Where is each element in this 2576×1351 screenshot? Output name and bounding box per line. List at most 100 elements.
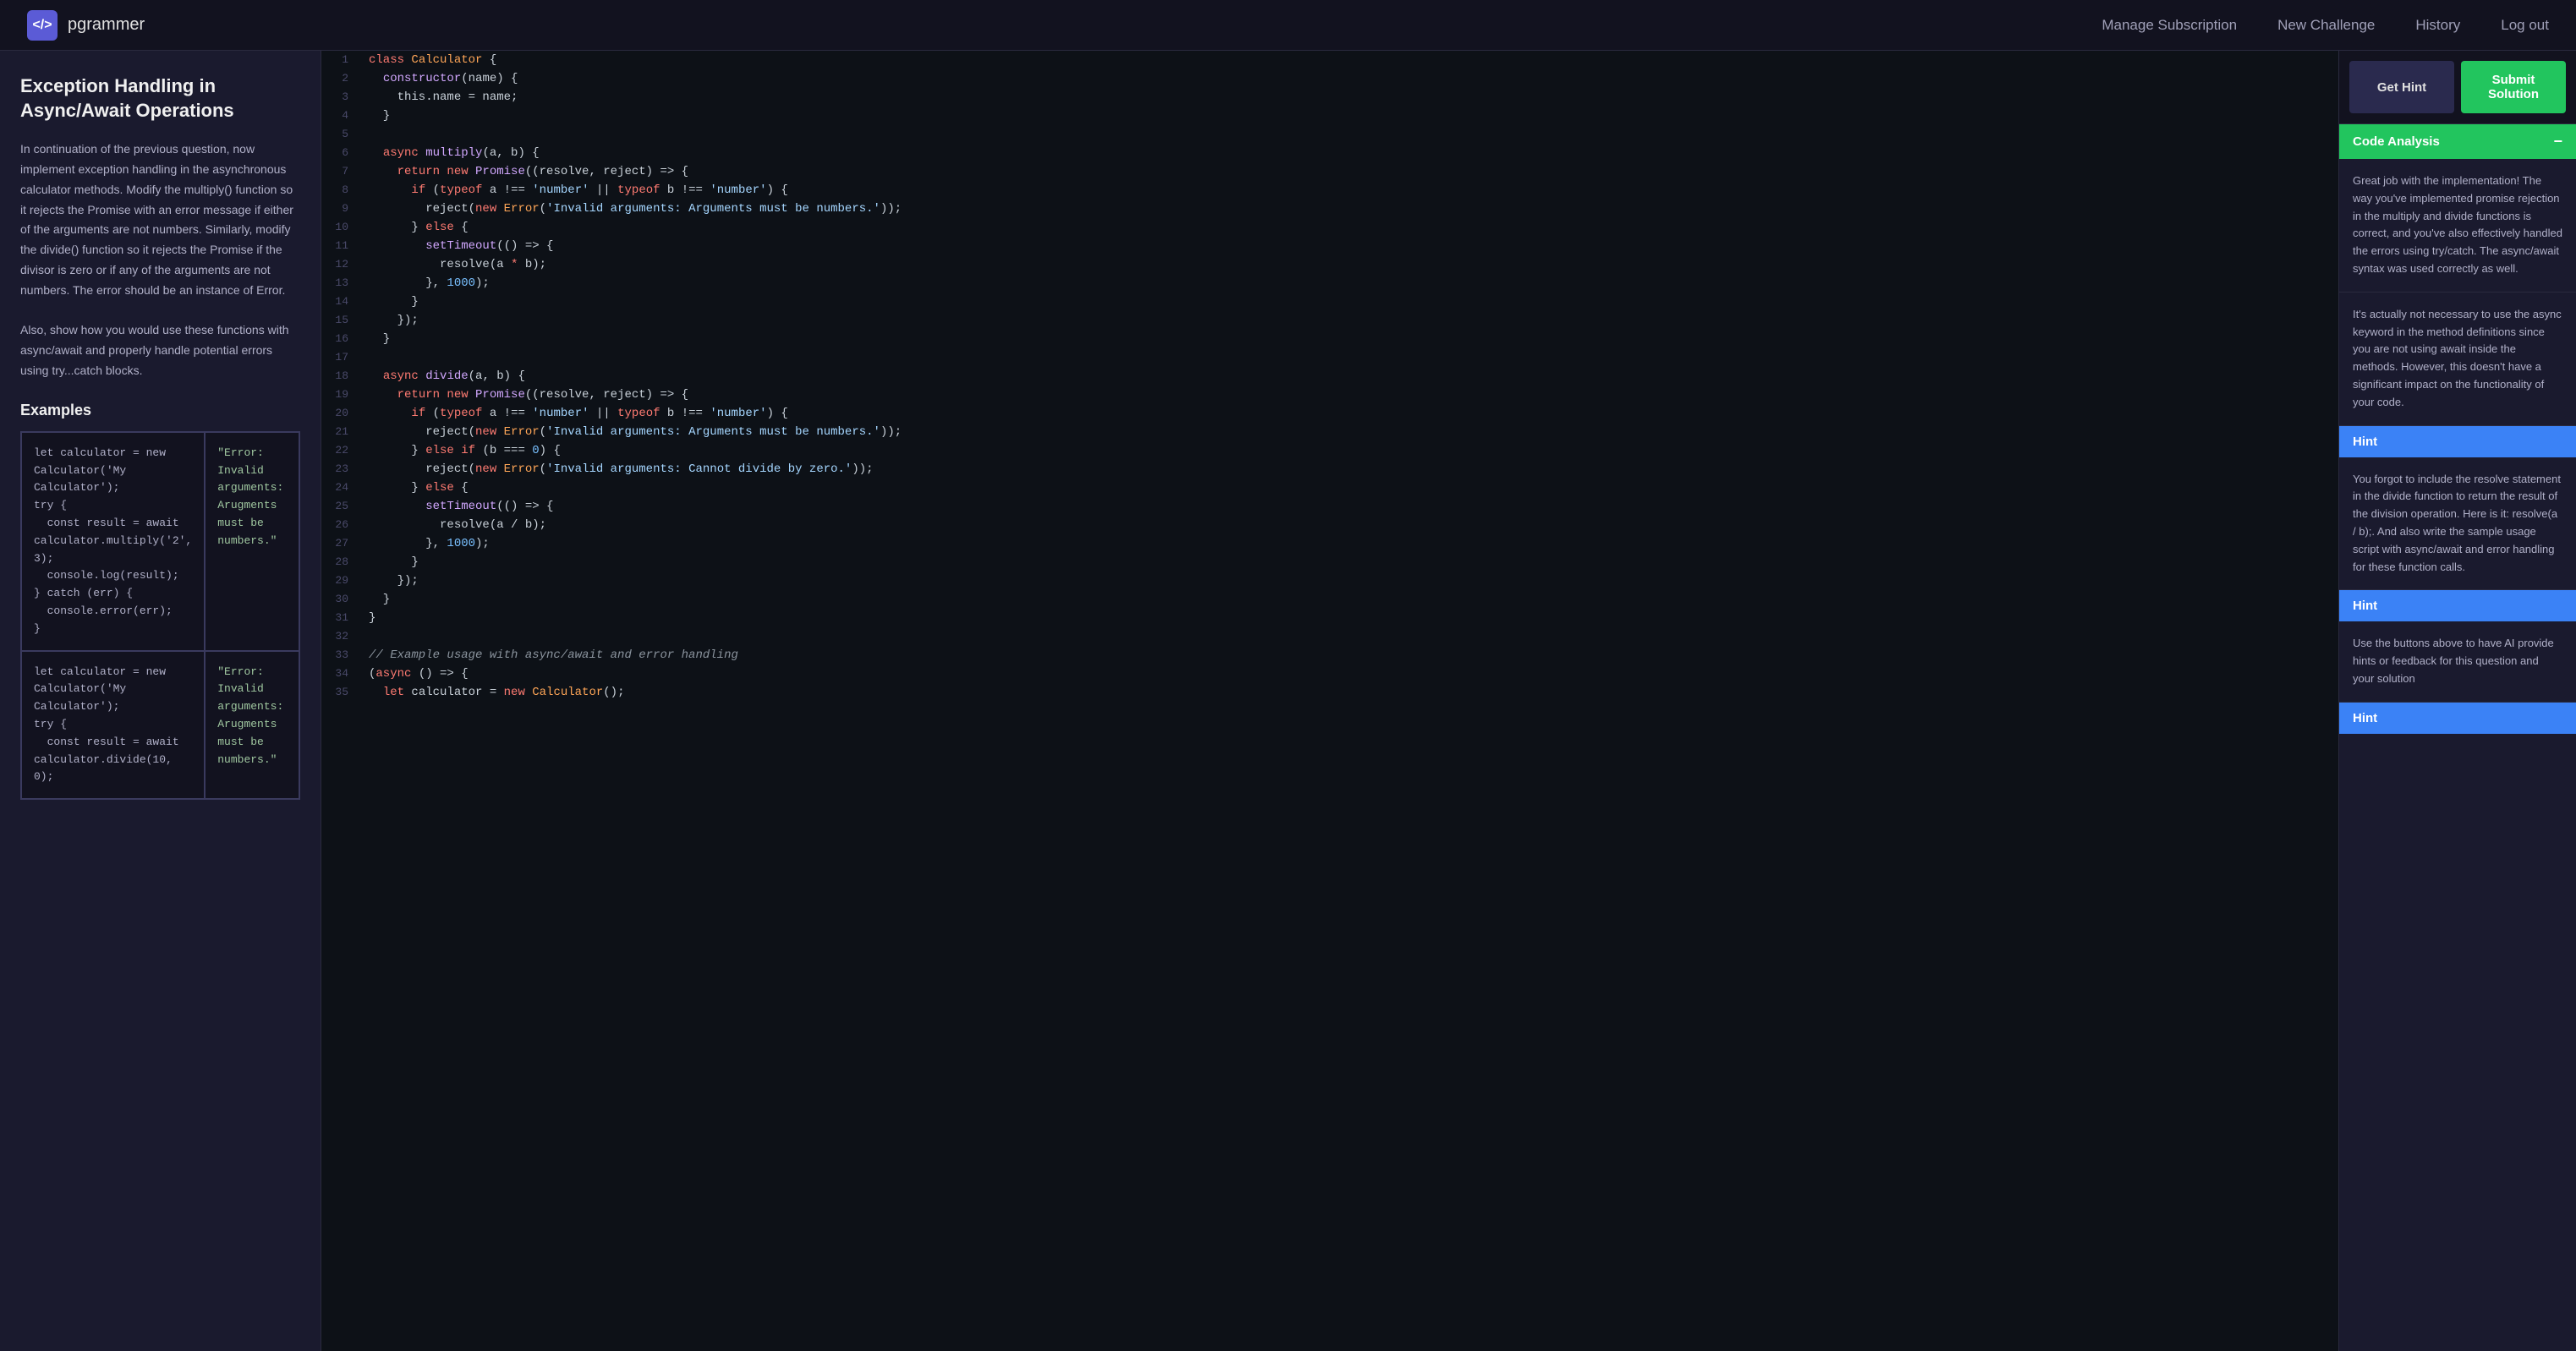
line-number: 24	[321, 479, 362, 497]
code-line: 4 }	[321, 107, 2338, 125]
line-number: 11	[321, 237, 362, 255]
examples-title: Examples	[20, 402, 300, 419]
line-content: }, 1000);	[362, 534, 2338, 553]
line-content: async multiply(a, b) {	[362, 144, 2338, 162]
logo-text: pgrammer	[68, 15, 145, 35]
line-number: 1	[321, 51, 362, 69]
line-content: } else {	[362, 479, 2338, 497]
code-line: 28 }	[321, 553, 2338, 572]
get-hint-button[interactable]: Get Hint	[2349, 61, 2454, 113]
code-line: 34(async () => {	[321, 665, 2338, 683]
line-content: class Calculator {	[362, 51, 2338, 69]
line-content: reject(new Error('Invalid arguments: Can…	[362, 460, 2338, 479]
line-number: 20	[321, 404, 362, 423]
challenge-title: Exception Handling in Async/Await Operat…	[20, 74, 300, 123]
line-content	[362, 348, 2338, 367]
line-content: reject(new Error('Invalid arguments: Arg…	[362, 423, 2338, 441]
code-line: 14 }	[321, 293, 2338, 311]
hint-2-header: Hint	[2339, 590, 2576, 621]
header: </> pgrammer Manage Subscription New Cha…	[0, 0, 2576, 51]
line-content: reject(new Error('Invalid arguments: Arg…	[362, 200, 2338, 218]
line-content: setTimeout(() => {	[362, 497, 2338, 516]
line-content: if (typeof a !== 'number' || typeof b !=…	[362, 404, 2338, 423]
nav-manage-subscription[interactable]: Manage Subscription	[2102, 17, 2237, 34]
code-line: 3 this.name = name;	[321, 88, 2338, 107]
line-number: 12	[321, 255, 362, 274]
code-line: 16 }	[321, 330, 2338, 348]
line-content: resolve(a * b);	[362, 255, 2338, 274]
example-1-output: "Error: Invalid arguments: Arugments mus…	[205, 432, 299, 651]
code-line: 33// Example usage with async/await and …	[321, 646, 2338, 665]
line-number: 16	[321, 330, 362, 348]
code-line: 17	[321, 348, 2338, 367]
code-line: 12 resolve(a * b);	[321, 255, 2338, 274]
code-analysis-content-1: Great job with the implementation! The w…	[2339, 159, 2576, 293]
code-line: 9 reject(new Error('Invalid arguments: A…	[321, 200, 2338, 218]
code-line: 20 if (typeof a !== 'number' || typeof b…	[321, 404, 2338, 423]
line-number: 14	[321, 293, 362, 311]
line-content: }, 1000);	[362, 274, 2338, 293]
right-panel: Get Hint Submit Solution Code Analysis −…	[2339, 51, 2576, 1351]
code-line: 27 }, 1000);	[321, 534, 2338, 553]
code-line: 32	[321, 627, 2338, 646]
code-line: 11 setTimeout(() => {	[321, 237, 2338, 255]
code-editor[interactable]: 1class Calculator {2 constructor(name) {…	[321, 51, 2338, 1351]
line-content: } else {	[362, 218, 2338, 237]
hint-1-header: Hint	[2339, 426, 2576, 457]
line-content: if (typeof a !== 'number' || typeof b !=…	[362, 181, 2338, 200]
line-number: 32	[321, 627, 362, 646]
line-number: 13	[321, 274, 362, 293]
line-number: 15	[321, 311, 362, 330]
code-line: 13 }, 1000);	[321, 274, 2338, 293]
line-number: 29	[321, 572, 362, 590]
line-content: async divide(a, b) {	[362, 367, 2338, 386]
line-number: 23	[321, 460, 362, 479]
example-2-output: "Error: Invalid arguments: Arugments mus…	[205, 651, 299, 800]
code-line: 22 } else if (b === 0) {	[321, 441, 2338, 460]
code-line: 21 reject(new Error('Invalid arguments: …	[321, 423, 2338, 441]
line-number: 34	[321, 665, 362, 683]
line-number: 8	[321, 181, 362, 200]
line-number: 4	[321, 107, 362, 125]
line-number: 27	[321, 534, 362, 553]
examples-grid: let calculator = new Calculator('My Calc…	[20, 431, 300, 800]
code-line: 19 return new Promise((resolve, reject) …	[321, 386, 2338, 404]
left-panel: Exception Handling in Async/Await Operat…	[0, 51, 321, 1351]
action-buttons: Get Hint Submit Solution	[2339, 51, 2576, 124]
nav-new-challenge[interactable]: New Challenge	[2277, 17, 2375, 34]
line-number: 33	[321, 646, 362, 665]
line-content: constructor(name) {	[362, 69, 2338, 88]
line-number: 9	[321, 200, 362, 218]
line-content: });	[362, 311, 2338, 330]
code-line: 8 if (typeof a !== 'number' || typeof b …	[321, 181, 2338, 200]
code-panel: 1class Calculator {2 constructor(name) {…	[321, 51, 2339, 1351]
code-line: 2 constructor(name) {	[321, 69, 2338, 88]
line-content: }	[362, 553, 2338, 572]
nav: Manage Subscription New Challenge Histor…	[2102, 17, 2549, 34]
submit-solution-button[interactable]: Submit Solution	[2461, 61, 2566, 113]
line-content: setTimeout(() => {	[362, 237, 2338, 255]
logo-icon: </>	[27, 10, 58, 41]
nav-history[interactable]: History	[2415, 17, 2460, 34]
line-number: 25	[321, 497, 362, 516]
line-content: }	[362, 609, 2338, 627]
line-content: }	[362, 293, 2338, 311]
line-content: return new Promise((resolve, reject) => …	[362, 386, 2338, 404]
nav-logout[interactable]: Log out	[2501, 17, 2549, 34]
example-1-input: let calculator = new Calculator('My Calc…	[21, 432, 205, 651]
line-content: this.name = name;	[362, 88, 2338, 107]
line-content: }	[362, 107, 2338, 125]
code-line: 26 resolve(a / b);	[321, 516, 2338, 534]
line-content: }	[362, 330, 2338, 348]
line-content: let calculator = new Calculator();	[362, 683, 2338, 702]
line-number: 35	[321, 683, 362, 702]
main-layout: Exception Handling in Async/Await Operat…	[0, 51, 2576, 1351]
line-number: 6	[321, 144, 362, 162]
code-analysis-close-icon[interactable]: −	[2553, 133, 2562, 150]
code-line: 29 });	[321, 572, 2338, 590]
code-line: 24 } else {	[321, 479, 2338, 497]
challenge-description: In continuation of the previous question…	[20, 139, 300, 381]
code-line: 25 setTimeout(() => {	[321, 497, 2338, 516]
line-content: });	[362, 572, 2338, 590]
logo-area: </> pgrammer	[27, 10, 145, 41]
